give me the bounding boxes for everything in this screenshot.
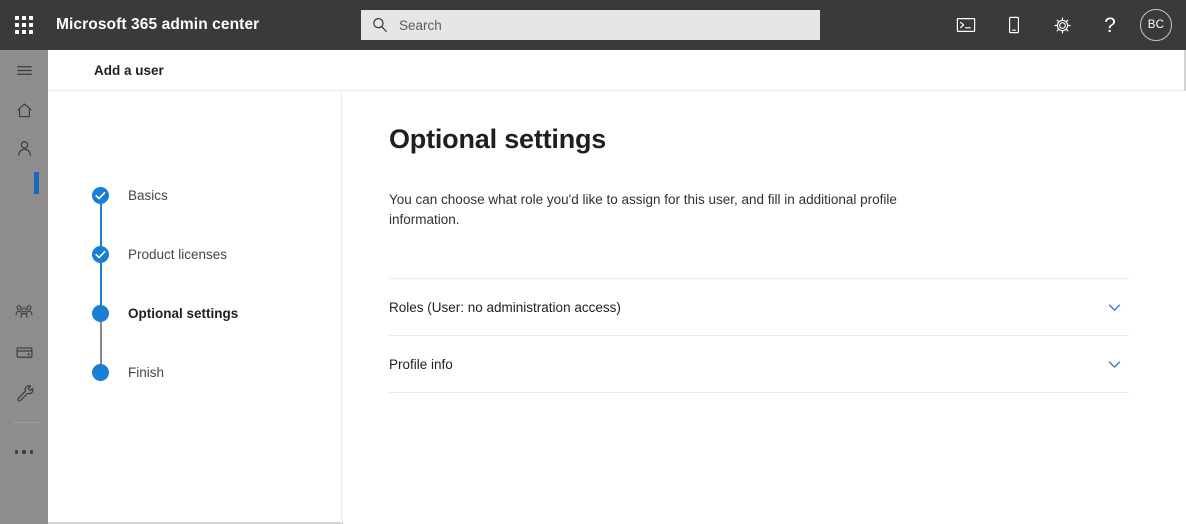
console-button[interactable] [942,0,990,50]
app-launcher-button[interactable] [0,0,48,50]
step-current-icon [92,305,109,322]
admin-center-window: Microsoft 365 admin center Search ? BC A… [0,0,1186,524]
avatar[interactable]: BC [1140,9,1172,41]
ellipsis-icon [14,450,34,454]
hamburger-icon [15,61,34,80]
panel-title: Add a user [94,62,164,78]
help-button[interactable]: ? [1086,0,1134,50]
user-icon [15,139,34,158]
teams-groups-icon [14,302,34,322]
sidebar-item-billing[interactable] [0,332,48,372]
sidebar-item-home[interactable] [0,90,48,130]
wrench-icon [15,383,34,402]
wizard-step-label: Finish [128,365,165,380]
home-icon [15,101,34,120]
add-user-panel: Add a user Basics Product licenses Optio… [48,50,1186,524]
chevron-down-icon[interactable] [1106,356,1123,373]
sidebar-item-show-all[interactable] [0,432,48,472]
wizard-step-finish[interactable]: Finish [92,364,164,381]
active-nav-indicator [34,172,39,194]
accordion-label: Profile info [389,356,453,372]
wizard-steps: Basics Product licenses Optional setting… [48,91,342,524]
main-content: Optional settings You can choose what ro… [343,91,1186,524]
search-input[interactable] [399,12,810,38]
mobile-device-icon [1004,15,1024,35]
rail-divider [13,422,41,423]
mobile-device-button[interactable] [990,0,1038,50]
gear-icon [1052,15,1073,36]
accordion-label: Roles (User: no administration access) [389,299,621,315]
page-description: You can choose what role you'd like to a… [389,192,897,227]
billing-icon [15,343,34,362]
wizard-step-label: Optional settings [128,306,239,321]
step-upcoming-icon [92,364,109,381]
wizard-step-label: Basics [128,188,168,203]
wizard-step-label: Product licenses [128,247,228,262]
suite-actions: ? BC [942,0,1178,50]
sidebar-item-setup[interactable] [0,372,48,412]
console-icon [956,15,976,35]
search-icon [371,16,389,34]
settings-accordion: Roles (User: no administration access) P… [389,278,1129,393]
wizard-step-product-licenses[interactable]: Product licenses [92,246,227,263]
step-completed-icon [92,246,109,263]
help-icon: ? [1104,13,1116,37]
chevron-down-icon[interactable] [1106,299,1123,316]
accordion-row-profile-info[interactable]: Profile info [389,336,1129,393]
suite-bar: Microsoft 365 admin center Search ? BC [0,0,1186,50]
panel-header: Add a user [48,50,1184,91]
page-title: Optional settings [389,124,607,154]
left-nav-rail [0,50,48,524]
sidebar-item-teams-groups[interactable] [0,292,48,332]
settings-button[interactable] [1038,0,1086,50]
waffle-icon [15,16,33,34]
wizard-step-basics[interactable]: Basics [92,187,168,204]
search-box[interactable] [361,10,820,40]
wizard-step-optional-settings[interactable]: Optional settings [92,305,238,322]
step-completed-icon [92,187,109,204]
accordion-row-roles[interactable]: Roles (User: no administration access) [389,279,1129,336]
nav-toggle-button[interactable] [0,50,48,90]
sidebar-item-users[interactable] [0,128,48,168]
suite-title: Microsoft 365 admin center [56,16,260,33]
